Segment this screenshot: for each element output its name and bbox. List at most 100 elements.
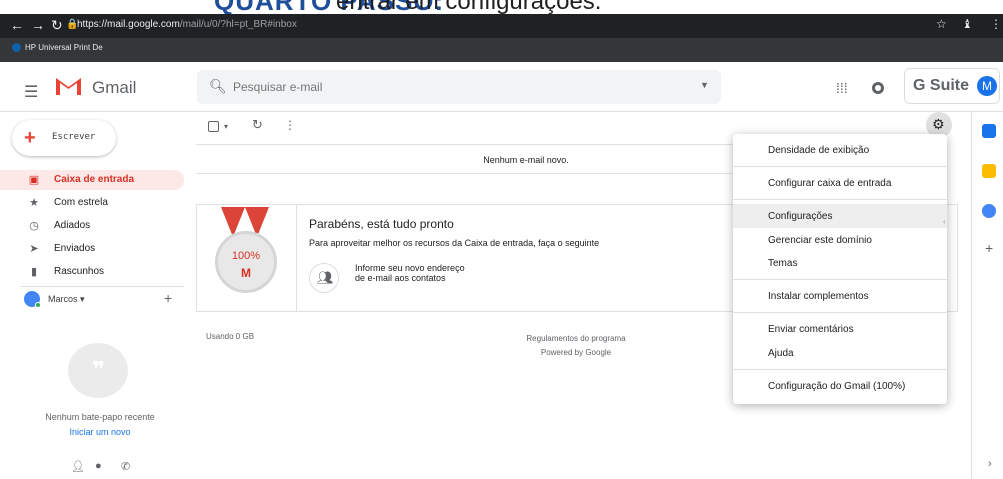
medal-panel: 100% M (197, 205, 297, 311)
user-name: Marcos ▾ (48, 294, 85, 304)
hangouts-user[interactable]: Marcos ▾ + (20, 286, 184, 310)
menu-item-settings[interactable]: Configurações (733, 204, 947, 228)
phone-icon[interactable]: ✆ (121, 460, 130, 473)
menu-item-label: Instalar complementos (768, 291, 869, 302)
sidebar-item-drafts[interactable]: ▮ Rascunhos (0, 262, 184, 282)
menu-item-send-feedback[interactable]: Enviar comentários (733, 317, 947, 341)
contacts-task-icon[interactable]: 👥︎ (309, 263, 339, 293)
bookmark-star-icon[interactable]: ☆ (936, 17, 947, 31)
sidebar-item-label: Rascunhos (54, 266, 105, 277)
menu-item-label: Enviar comentários (768, 324, 854, 335)
hangouts-tab-icon[interactable]: ● (95, 460, 102, 472)
sidebar-item-sent[interactable]: ➤ Enviados (0, 239, 184, 259)
tasks-icon[interactable] (982, 204, 996, 218)
avatar[interactable]: M (977, 76, 997, 96)
menu-item-label: Gerenciar este domínio (768, 235, 872, 246)
compose-label: Escrever (52, 132, 96, 142)
add-chat-icon[interactable]: + (164, 290, 172, 306)
expand-panel-icon[interactable]: › (988, 458, 992, 470)
task-text[interactable]: Informe seu novo endereço de e-mail aos … (355, 263, 475, 283)
get-addons-icon[interactable]: + (985, 240, 993, 256)
empty-inbox-row: Nenhum e-mail novo. (196, 144, 736, 174)
plus-icon: + (24, 127, 36, 149)
gsuite-account[interactable]: G Suite M (904, 68, 1000, 104)
gsuite-label: G Suite (913, 77, 970, 94)
url-text[interactable]: https://mail.google.com/mail/u/0/?hl=pt_… (77, 19, 297, 30)
gmail-logo-text[interactable]: Gmail (92, 78, 136, 98)
gmail-logo-icon[interactable] (55, 75, 82, 95)
chat-empty-text: Nenhum bate-papo recente (45, 412, 155, 422)
sidebar-item-label: Com estrela (54, 197, 108, 208)
extension-icon[interactable]: ♝ (962, 17, 973, 31)
search-box[interactable]: 🔍︎ ▼ (197, 70, 721, 104)
menu-divider (733, 199, 947, 200)
footer-terms: Regulamentos do programa Powered by Goog… (476, 332, 676, 360)
people-icon: 👥︎ (317, 270, 334, 285)
menu-item-gmail-setup[interactable]: Configuração do Gmail (100%) (733, 374, 947, 398)
sidebar-item-snoozed[interactable]: ◷ Adiados (0, 216, 184, 236)
tutorial-heading: QUARTO PASSO: entrar em configurações. (0, 0, 1003, 14)
hp-icon (12, 43, 21, 53)
menu-item-manage-domain[interactable]: Gerenciar este domínio (733, 228, 947, 252)
apps-grid-icon[interactable]: ⁞⁞⁞ (836, 80, 848, 96)
sidebar-item-label: Caixa de entrada (54, 174, 135, 185)
hangouts-icon: ❞ (68, 343, 128, 398)
menu-item-configure-inbox[interactable]: Configurar caixa de entrada (733, 171, 947, 195)
back-icon[interactable]: ← (10, 17, 24, 33)
menu-divider (733, 369, 947, 370)
reload-icon[interactable]: ↻ (51, 17, 63, 34)
medal-percent: 100% (231, 250, 261, 262)
keep-icon[interactable] (982, 164, 996, 178)
chevron-left-icon: ‹ (943, 217, 946, 226)
select-all-checkbox[interactable] (208, 121, 219, 132)
compose-button[interactable]: + Escrever (12, 120, 116, 156)
menu-item-label: Densidade de exibição (768, 145, 870, 156)
sidebar-item-inbox[interactable]: ▣ Caixa de entrada (0, 170, 184, 190)
search-icon[interactable]: 🔍︎ (209, 78, 227, 95)
card-subtitle: Para aproveitar melhor os recursos da Ca… (309, 238, 600, 248)
tutorial-text: entrar em configurações. (336, 0, 602, 14)
search-input[interactable] (233, 80, 673, 94)
notifications-icon[interactable] (872, 82, 884, 94)
sidebar-item-label: Enviados (54, 243, 96, 254)
side-panel: + › (971, 112, 1003, 479)
menu-item-label: Temas (768, 258, 798, 269)
gear-icon: ⚙ (932, 116, 945, 132)
sidebar-item-starred[interactable]: ★ Com estrela (0, 193, 184, 213)
menu-item-themes[interactable]: Temas (733, 251, 947, 275)
menu-item-label: Configurações (768, 211, 833, 222)
star-icon: ★ (29, 197, 39, 209)
medal-letter: M (241, 266, 251, 280)
menu-item-label: Ajuda (768, 348, 794, 359)
forward-icon[interactable]: → (31, 17, 45, 33)
menu-divider (733, 279, 947, 280)
menu-item-density[interactable]: Densidade de exibição (733, 138, 947, 162)
online-status-icon (35, 302, 41, 308)
menu-item-install-addons[interactable]: Instalar complementos (733, 284, 947, 308)
start-chat-link[interactable]: Iniciar um novo (0, 427, 200, 437)
send-icon: ➤ (29, 243, 39, 255)
browser-menu-icon[interactable]: ⋮ (990, 17, 1002, 31)
menu-item-label: Configuração do Gmail (100%) (768, 381, 906, 392)
select-options-icon[interactable]: ▾ (224, 122, 228, 131)
settings-menu: Densidade de exibição Configurar caixa d… (733, 134, 947, 404)
calendar-icon[interactable] (982, 124, 996, 138)
menu-divider (733, 166, 947, 167)
quote-icon: ❞ (92, 357, 105, 382)
menu-divider (733, 312, 947, 313)
refresh-icon[interactable]: ↻ (252, 117, 263, 133)
gmail-header: ☰ Gmail 🔍︎ ▼ ⁞⁞⁞ G Suite M (0, 62, 1003, 112)
menu-item-help[interactable]: Ajuda (733, 341, 947, 365)
contacts-icon[interactable]: 👤︎ (71, 460, 85, 473)
draft-icon: ▮ (30, 266, 38, 278)
more-icon[interactable]: ⋮ (284, 118, 296, 132)
powered-by: Powered by Google (540, 348, 612, 357)
menu-icon[interactable]: ☰ (24, 82, 38, 102)
bookmark-item[interactable]: HP Universal Print De (12, 43, 103, 53)
inbox-icon: ▣ (28, 174, 40, 186)
clock-icon: ◷ (29, 220, 39, 232)
terms-link[interactable]: Regulamentos do programa (476, 332, 676, 346)
search-options-icon[interactable]: ▼ (700, 80, 709, 90)
card-title: Parabéns, está tudo pronto (309, 217, 454, 231)
storage-usage: Usando 0 GB (206, 332, 255, 341)
